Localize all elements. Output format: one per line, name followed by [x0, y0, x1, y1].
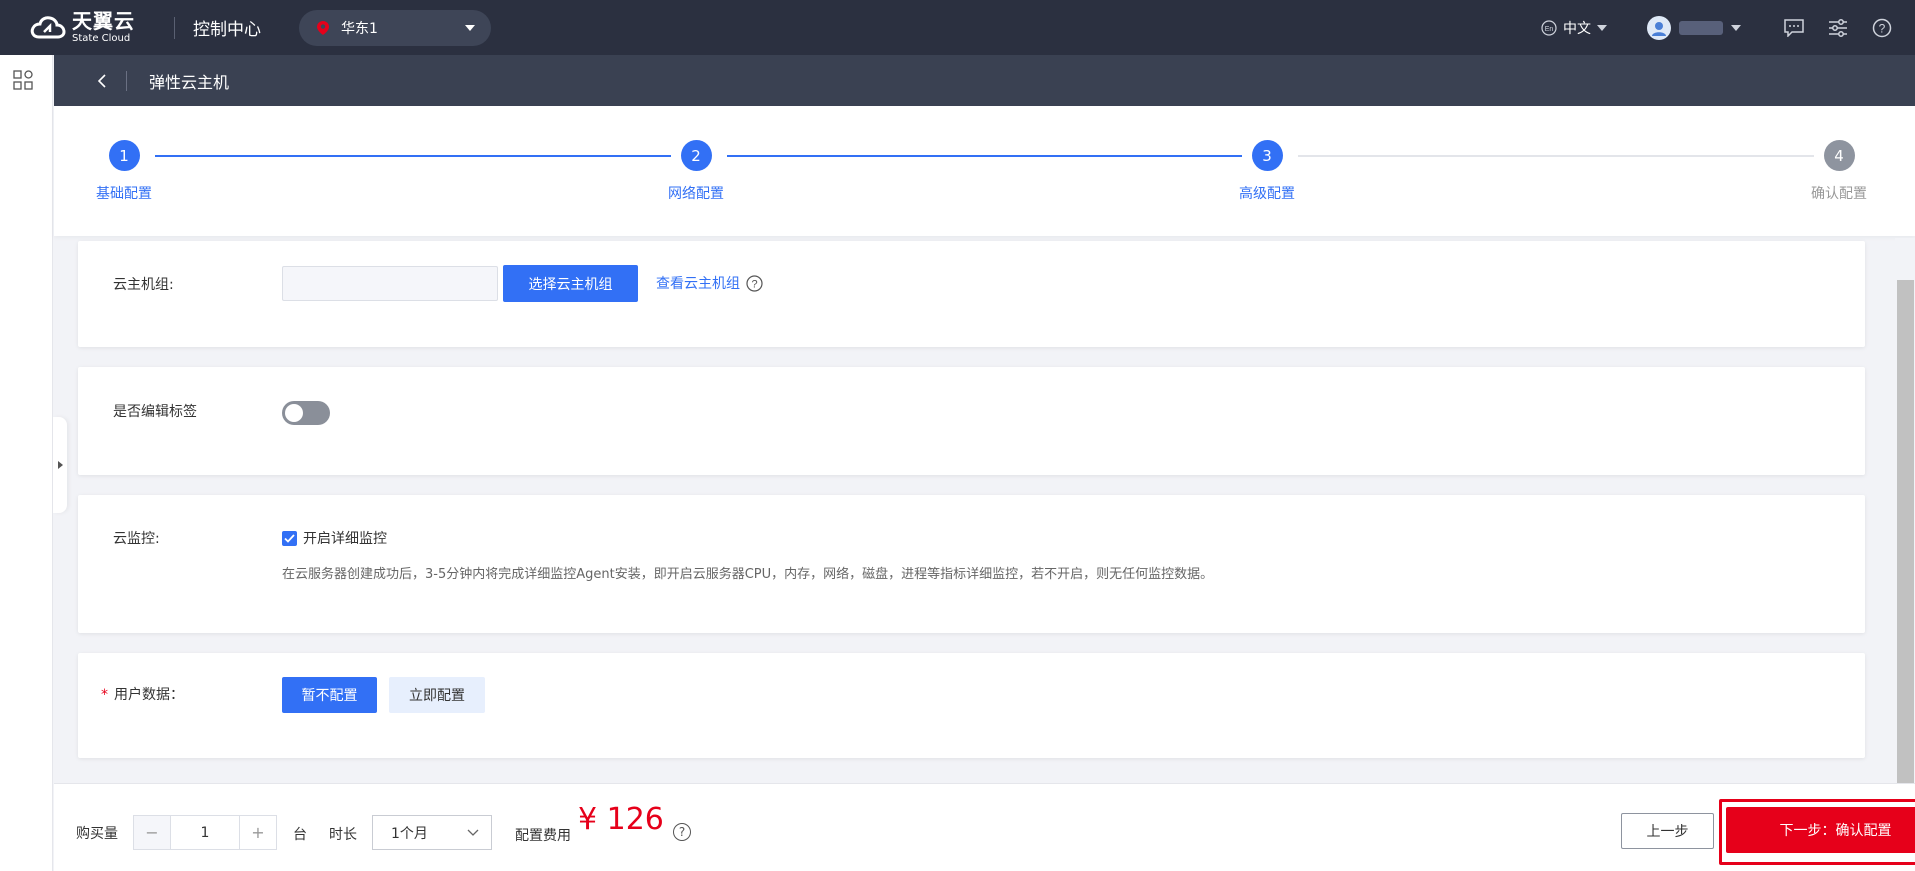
price-help-icon[interactable]: ? — [673, 823, 691, 841]
user-data-none-button[interactable]: 暂不配置 — [282, 677, 377, 713]
chevron-down-icon — [1731, 24, 1741, 31]
console-title[interactable]: 控制中心 — [193, 15, 261, 40]
required-mark: * — [101, 687, 108, 703]
host-group-input[interactable] — [282, 266, 498, 301]
sub-header: 弹性云主机 — [54, 55, 1915, 106]
step-connector — [155, 155, 671, 157]
step-connector — [1298, 155, 1814, 157]
quantity-unit: 台 — [293, 827, 307, 843]
tags-section: 是否编辑标签 — [78, 367, 1865, 475]
host-group-label: 云主机组: — [113, 277, 174, 293]
svg-text:?: ? — [751, 278, 757, 290]
view-host-group-label: 查看云主机组 — [656, 276, 740, 292]
step-network: 2 网络配置 — [668, 140, 724, 203]
user-menu[interactable] — [1647, 15, 1741, 40]
scrollbar-thumb[interactable] — [1897, 280, 1914, 783]
step-basic: 1 基础配置 — [96, 140, 152, 203]
step-number: 3 — [1251, 140, 1283, 171]
step-number: 4 — [1823, 140, 1855, 171]
check-icon — [284, 533, 295, 543]
user-avatar-icon — [1652, 21, 1666, 36]
caret-right-icon — [57, 461, 63, 469]
back-button[interactable] — [78, 73, 126, 88]
quantity-input[interactable]: 1 — [171, 816, 239, 849]
settings-button[interactable] — [1827, 17, 1849, 39]
duration-value: 1个月 — [391, 825, 428, 842]
toggle-knob — [285, 404, 303, 422]
detailed-monitor-checkbox[interactable] — [282, 530, 297, 546]
page-title: 弹性云主机 — [149, 72, 230, 92]
step-progress: 1 基础配置 2 网络配置 3 高级配置 4 确认配置 — [54, 106, 1915, 236]
step-number: 1 — [108, 140, 140, 171]
edit-tags-label: 是否编辑标签 — [113, 404, 197, 420]
detailed-monitor-label: 开启详细监控 — [303, 531, 387, 547]
user-data-label-text: 用户数据： — [114, 687, 184, 703]
brand-logo[interactable]: 天翼云 State Cloud — [30, 11, 160, 44]
help-circle-icon[interactable]: ? — [746, 274, 763, 292]
avatar — [1647, 15, 1671, 40]
step-label: 网络配置 — [668, 186, 724, 202]
edit-tags-toggle[interactable] — [282, 401, 330, 425]
divider — [174, 16, 175, 39]
region-selector[interactable]: 华东1 — [299, 9, 491, 46]
previous-step-button[interactable]: 上一步 — [1621, 813, 1714, 849]
top-navbar: 天翼云 State Cloud 控制中心 华东1 En 中文 ? — [0, 0, 1915, 55]
username-redacted — [1679, 20, 1723, 35]
svg-text:?: ? — [1879, 21, 1886, 35]
step-connector — [727, 155, 1242, 157]
help-button[interactable]: ? — [1871, 17, 1893, 39]
left-rail — [0, 55, 53, 871]
language-label: 中文 — [1563, 20, 1591, 37]
message-button[interactable] — [1783, 17, 1805, 39]
user-data-section: * 用户数据： 暂不配置 立即配置 — [78, 653, 1865, 758]
order-bottom-bar: 购买量 − 1 + 台 时长 1个月 配置费用 ¥ 126 ? 上一步 下一步：… — [54, 783, 1915, 871]
step-label: 基础配置 — [96, 186, 152, 202]
chevron-down-icon — [467, 829, 479, 836]
view-host-group-link[interactable]: 查看云主机组 ? — [656, 273, 763, 293]
quantity-stepper[interactable]: − 1 + — [133, 815, 277, 850]
divider — [126, 70, 127, 91]
user-data-configure-button[interactable]: 立即配置 — [389, 677, 485, 713]
chevron-left-icon — [98, 73, 106, 88]
region-label: 华东1 — [341, 20, 378, 37]
chevron-down-icon — [1597, 24, 1607, 31]
message-icon — [1784, 18, 1804, 37]
duration-select[interactable]: 1个月 — [372, 815, 492, 850]
brand-title: 天翼云 — [72, 9, 135, 33]
help-circle-icon: ? — [1872, 18, 1892, 37]
step-advanced: 3 高级配置 — [1239, 140, 1295, 203]
user-data-label: * 用户数据： — [101, 684, 184, 704]
next-step-button[interactable]: 下一步：确认配置 — [1726, 807, 1915, 853]
quantity-increment-button[interactable]: + — [239, 816, 276, 849]
apps-grid-icon — [13, 70, 33, 90]
detailed-monitor-option[interactable]: 开启详细监控 — [282, 528, 387, 548]
location-pin-icon — [317, 20, 329, 35]
cloud-monitor-label: 云监控: — [113, 531, 160, 547]
cloud-monitor-section: 云监控: 开启详细监控 在云服务器创建成功后，3-5分钟内将完成详细监控Agen… — [78, 495, 1865, 633]
chevron-down-icon — [465, 24, 475, 31]
brand-subtitle: State Cloud — [72, 33, 131, 44]
quantity-decrement-button[interactable]: − — [134, 816, 171, 849]
step-number: 2 — [680, 140, 712, 171]
quantity-label: 购买量 — [76, 826, 118, 842]
sliders-icon — [1829, 18, 1847, 37]
host-group-section: 云主机组: 选择云主机组 查看云主机组 ? — [78, 241, 1865, 347]
cloud-logo-icon — [30, 15, 66, 38]
svg-text:En: En — [1545, 26, 1554, 33]
select-host-group-button[interactable]: 选择云主机组 — [503, 265, 638, 302]
step-confirm: 4 确认配置 — [1811, 140, 1867, 203]
sidebar-expand-toggle[interactable] — [53, 417, 67, 513]
price-value: ¥ 126 — [578, 802, 664, 837]
language-switcher[interactable]: En 中文 — [1541, 18, 1607, 38]
fee-label: 配置费用 — [515, 828, 571, 844]
language-icon: En — [1541, 19, 1557, 36]
apps-menu-button[interactable] — [13, 70, 33, 94]
step-label: 高级配置 — [1239, 186, 1295, 202]
duration-label: 时长 — [329, 827, 357, 843]
step-label: 确认配置 — [1811, 186, 1867, 202]
monitor-description: 在云服务器创建成功后，3-5分钟内将完成详细监控Agent安装，即开启云服务器C… — [282, 567, 1214, 582]
